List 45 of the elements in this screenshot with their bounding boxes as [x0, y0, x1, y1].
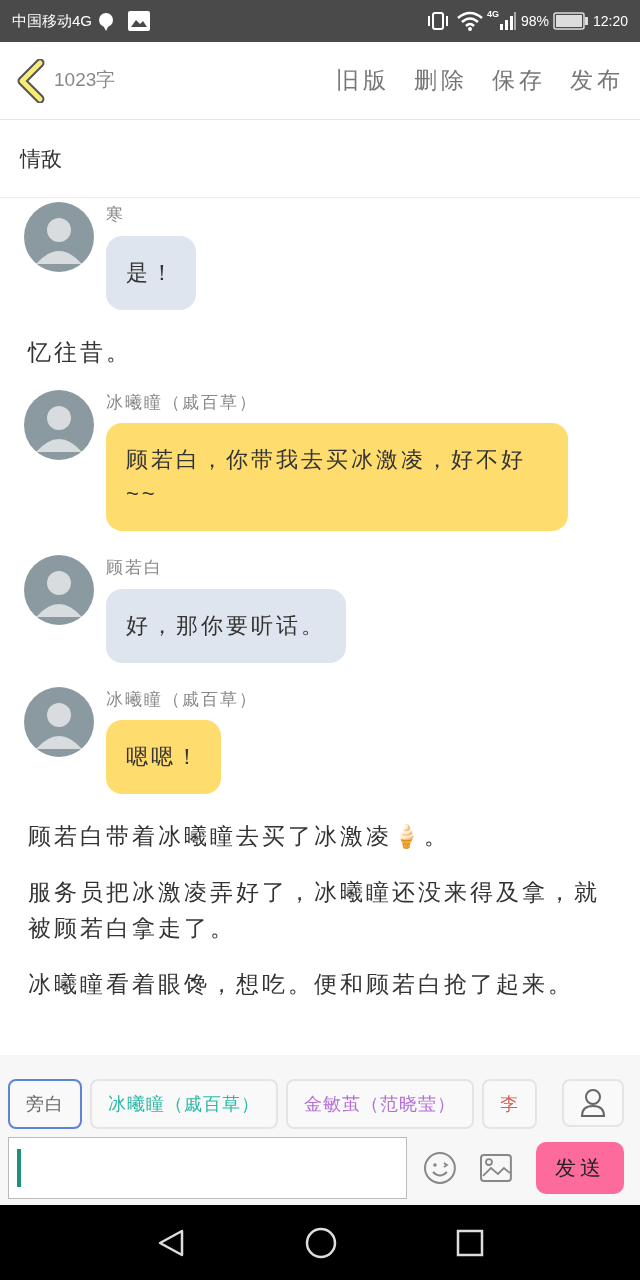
network-label: 4G — [486, 8, 499, 21]
send-button[interactable]: 发送 — [536, 1142, 624, 1194]
header-action[interactable]: 删除 — [414, 63, 468, 98]
signal-icon — [498, 12, 517, 30]
character-button[interactable] — [562, 1079, 624, 1127]
back-icon[interactable] — [16, 58, 46, 103]
image-icon — [128, 11, 150, 31]
recents-icon[interactable] — [456, 1228, 485, 1257]
avatar — [24, 202, 94, 272]
vibrate-icon — [426, 11, 449, 31]
role-chip[interactable]: 金敏茧（范晓莹） — [286, 1079, 474, 1129]
sender-name: 寒 — [106, 204, 126, 226]
story-title: 情敌 — [20, 145, 62, 172]
message-bubble: 顾若白，你带我去买冰激凌，好不好~~ — [106, 423, 568, 531]
bulb-icon — [96, 10, 116, 32]
word-count: 1023字 — [54, 68, 116, 93]
header-action[interactable]: 旧版 — [336, 63, 390, 98]
avatar — [24, 389, 94, 460]
role-chip[interactable]: 李 — [482, 1079, 537, 1129]
person-icon — [580, 1088, 606, 1118]
smiley-icon[interactable] — [422, 1151, 457, 1185]
clock: 12:20 — [592, 11, 628, 31]
battery-icon — [552, 12, 589, 30]
image-icon[interactable] — [480, 1154, 513, 1182]
sender-name: 冰曦瞳（戚百草） — [106, 688, 258, 711]
sender-name: 顾若白 — [106, 557, 164, 579]
avatar — [24, 686, 94, 757]
message-input[interactable] — [8, 1137, 407, 1199]
header-action[interactable]: 保存 — [492, 63, 546, 98]
narration-text: 冰曦瞳看着眼馋，想吃。便和顾若白抢了起来。 — [27, 970, 575, 999]
sender-name: 冰曦瞳（戚百草） — [106, 391, 259, 414]
message-bubble: 好，那你要听话。 — [106, 588, 346, 663]
narration-text: 忆往昔。 — [26, 337, 133, 367]
battery-percent: 98% — [520, 11, 549, 31]
header-action[interactable]: 发布 — [570, 63, 624, 98]
message-bubble: 嗯嗯！ — [106, 720, 221, 794]
role-chip[interactable]: 旁白 — [8, 1079, 82, 1129]
narration-text: 顾若白带着冰曦瞳去买了冰激凌🍦。 — [27, 822, 451, 851]
narration-text: 服务员把冰激凌弄好了，冰曦瞳还没来得及拿，就被顾若白拿走了。 — [27, 878, 601, 943]
wifi-icon — [456, 11, 483, 31]
role-chip[interactable]: 冰曦瞳（戚百草） — [90, 1079, 278, 1129]
home-icon[interactable] — [305, 1226, 337, 1259]
carrier-name: 中国移动4G — [12, 10, 92, 31]
message-bubble: 是！ — [106, 235, 196, 310]
avatar — [24, 555, 94, 625]
